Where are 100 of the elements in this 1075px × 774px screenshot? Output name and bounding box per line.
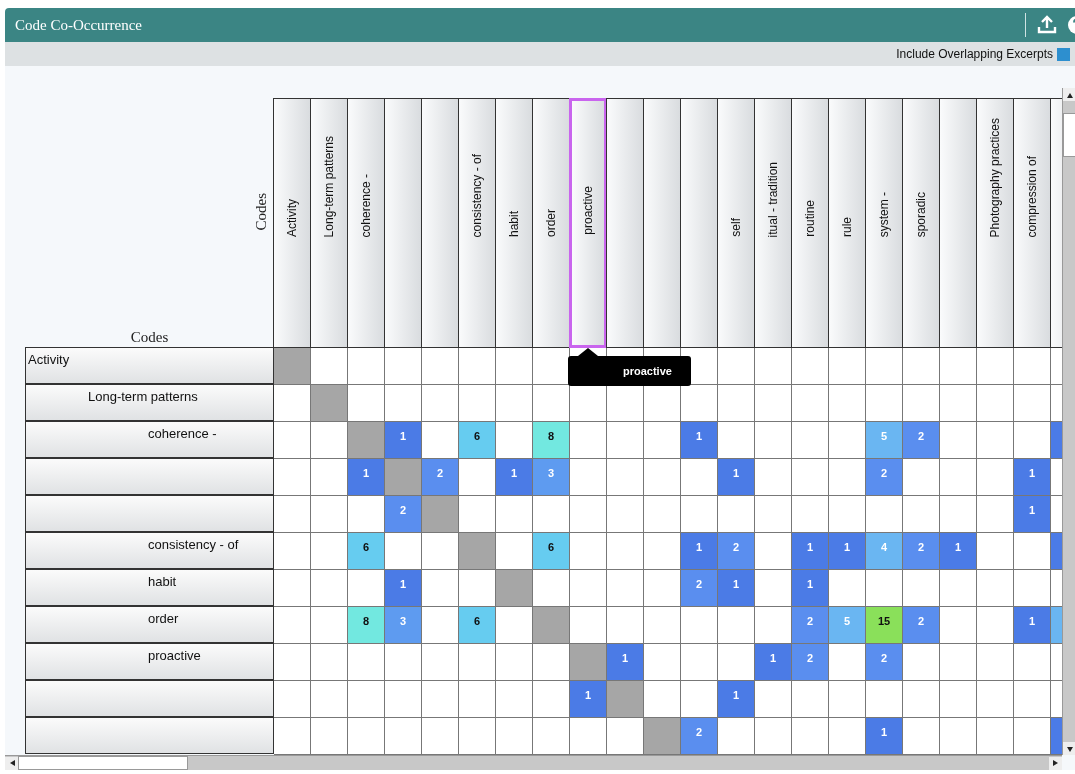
count-cell[interactable]: 1: [792, 533, 829, 570]
scroll-thumb[interactable]: [1063, 113, 1075, 157]
count-cell[interactable]: 2: [866, 644, 903, 681]
count-cell[interactable]: 1: [718, 459, 755, 496]
count-cell[interactable]: 1: [570, 681, 607, 718]
count-cell[interactable]: 2: [903, 607, 940, 644]
count-cell[interactable]: 1: [385, 570, 422, 607]
count-cell[interactable]: 1: [385, 422, 422, 459]
column-header[interactable]: consistency - of: [458, 98, 496, 348]
row-header[interactable]: habit: [25, 569, 274, 606]
count-cell[interactable]: 2: [792, 607, 829, 644]
row-header[interactable]: proactive: [25, 643, 274, 680]
count-cell[interactable]: 1: [496, 459, 533, 496]
column-header[interactable]: itual - tradition: [754, 98, 792, 348]
scroll-up-icon[interactable]: [1063, 88, 1075, 101]
column-header[interactable]: [606, 98, 644, 348]
diagonal-cell: [422, 496, 459, 533]
scroll-right-icon[interactable]: [1049, 756, 1062, 770]
horizontal-scrollbar[interactable]: [5, 755, 1062, 770]
count-cell[interactable]: 1: [866, 718, 903, 755]
column-header[interactable]: compression of: [1013, 98, 1051, 348]
row-header[interactable]: coherence -: [25, 421, 274, 458]
row-header[interactable]: [25, 717, 274, 754]
vertical-scrollbar[interactable]: [1062, 88, 1075, 755]
count-cell[interactable]: 2: [385, 496, 422, 533]
row-header[interactable]: [25, 680, 274, 717]
count-cell[interactable]: 1: [829, 533, 866, 570]
column-header[interactable]: coherence -: [347, 98, 385, 348]
column-header[interactable]: [680, 98, 718, 348]
count-cell[interactable]: 5: [829, 607, 866, 644]
count-cell[interactable]: 5: [866, 422, 903, 459]
column-header[interactable]: routine: [791, 98, 829, 348]
count-cell[interactable]: 1: [1014, 459, 1051, 496]
count-cell[interactable]: 2: [681, 718, 718, 755]
count-cell[interactable]: 1: [681, 533, 718, 570]
count-cell[interactable]: 3: [385, 607, 422, 644]
count-cell[interactable]: 15: [866, 607, 903, 644]
count-cell[interactable]: 1: [755, 644, 792, 681]
row-header[interactable]: order: [25, 606, 274, 643]
count-cell[interactable]: 1: [718, 570, 755, 607]
row-header[interactable]: [25, 458, 274, 495]
column-header[interactable]: order: [532, 98, 570, 348]
row-header[interactable]: consistency - of: [25, 532, 274, 569]
include-overlapping-checkbox[interactable]: [1057, 47, 1070, 61]
count-cell[interactable]: 2: [681, 570, 718, 607]
column-header[interactable]: self: [717, 98, 755, 348]
column-header[interactable]: [421, 98, 459, 348]
column-header-label: routine: [803, 200, 817, 237]
count-cell[interactable]: 2: [866, 459, 903, 496]
column-header[interactable]: [643, 98, 681, 348]
count-cell[interactable]: 1: [792, 570, 829, 607]
diagonal-cell: [274, 348, 311, 385]
diagonal-cell: [311, 385, 348, 422]
count-cell[interactable]: 8: [533, 422, 570, 459]
count-cell[interactable]: 1: [940, 533, 977, 570]
count-cell[interactable]: 8: [348, 607, 385, 644]
count-cell[interactable]: 1: [1014, 607, 1051, 644]
column-header-label: Photography practices: [988, 117, 1002, 237]
count-cell[interactable]: 6: [533, 533, 570, 570]
diagonal-cell: [496, 570, 533, 607]
row-header[interactable]: Activity: [25, 347, 274, 384]
column-header-label: order: [544, 209, 558, 237]
count-cell[interactable]: 6: [459, 607, 496, 644]
column-header[interactable]: sporadic: [902, 98, 940, 348]
column-header[interactable]: [384, 98, 422, 348]
row-header[interactable]: Long-term patterns: [25, 384, 274, 421]
row-header[interactable]: [25, 495, 274, 532]
count-cell[interactable]: 4: [866, 533, 903, 570]
count-cell[interactable]: 2: [718, 533, 755, 570]
column-header[interactable]: Activity: [273, 98, 311, 348]
row-axis-label: Codes: [130, 329, 169, 346]
diagonal-cell: [385, 459, 422, 496]
count-cell[interactable]: 2: [903, 533, 940, 570]
column-header[interactable]: system -: [865, 98, 903, 348]
count-cell[interactable]: 1: [348, 459, 385, 496]
column-header[interactable]: Photography practices: [976, 98, 1014, 348]
column-header-label: Activity: [285, 199, 299, 237]
diagonal-cell: [348, 422, 385, 459]
count-cell[interactable]: 2: [903, 422, 940, 459]
column-header[interactable]: Long-term patterns: [310, 98, 348, 348]
count-cell[interactable]: 1: [607, 644, 644, 681]
diagonal-cell: [644, 718, 681, 755]
count-cell[interactable]: 1: [718, 681, 755, 718]
scroll-left-icon[interactable]: [5, 756, 18, 770]
count-cell[interactable]: 1: [1014, 496, 1051, 533]
count-cell[interactable]: 3: [533, 459, 570, 496]
column-header[interactable]: proactive: [569, 98, 607, 348]
column-header[interactable]: rule: [828, 98, 866, 348]
column-header[interactable]: habit: [495, 98, 533, 348]
count-cell[interactable]: 2: [792, 644, 829, 681]
column-header-label: system -: [877, 191, 891, 237]
count-cell[interactable]: 1: [681, 422, 718, 459]
count-cell[interactable]: 2: [422, 459, 459, 496]
scroll-down-icon[interactable]: [1063, 742, 1075, 755]
count-cell[interactable]: 6: [348, 533, 385, 570]
column-header-label: consistency - of: [470, 153, 484, 237]
export-icon[interactable]: [1036, 15, 1058, 35]
scroll-thumb[interactable]: [18, 756, 188, 770]
column-header[interactable]: [939, 98, 977, 348]
count-cell[interactable]: 6: [459, 422, 496, 459]
